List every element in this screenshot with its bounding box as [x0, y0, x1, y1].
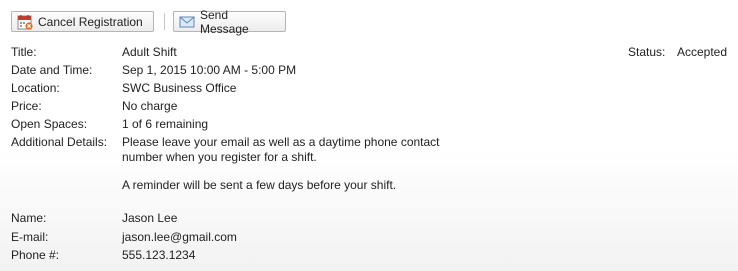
- phone-label: Phone #:: [11, 248, 60, 262]
- additional-details-text: Please leave your email as well as a day…: [122, 135, 440, 164]
- location-label: Location:: [11, 81, 60, 95]
- status-label: Status:: [628, 45, 666, 59]
- name-label: Name:: [11, 211, 47, 225]
- title-label: Title:: [11, 45, 37, 59]
- toolbar: Cancel Registration Send Message: [11, 8, 286, 36]
- open-spaces-value: 1 of 6 remaining: [122, 117, 209, 131]
- toolbar-divider: [164, 13, 165, 30]
- status-value: Accepted: [677, 45, 728, 59]
- send-message-label: Send Message: [200, 7, 249, 36]
- email-label: E-mail:: [11, 230, 49, 244]
- cancel-registration-label: Cancel Registration: [38, 14, 143, 29]
- send-message-button[interactable]: Send Message: [173, 8, 286, 36]
- title-value: Adult Shift: [122, 45, 177, 59]
- reminder-text: A reminder will be sent a few days befor…: [122, 178, 397, 192]
- price-value: No charge: [122, 99, 178, 113]
- calendar-cancel-icon: [17, 14, 33, 30]
- phone-value: 555.123.1234: [122, 248, 196, 262]
- additional-details-label: Additional Details:: [11, 135, 108, 149]
- location-value: SWC Business Office: [122, 81, 237, 95]
- open-spaces-label: Open Spaces:: [11, 117, 88, 131]
- envelope-icon: [179, 14, 195, 30]
- cancel-registration-button[interactable]: Cancel Registration: [11, 11, 154, 32]
- name-value: Jason Lee: [122, 211, 178, 225]
- datetime-value: Sep 1, 2015 10:00 AM - 5:00 PM: [122, 63, 297, 77]
- price-label: Price:: [11, 99, 42, 113]
- email-value: jason.lee@gmail.com: [122, 230, 237, 244]
- datetime-label: Date and Time:: [11, 63, 93, 77]
